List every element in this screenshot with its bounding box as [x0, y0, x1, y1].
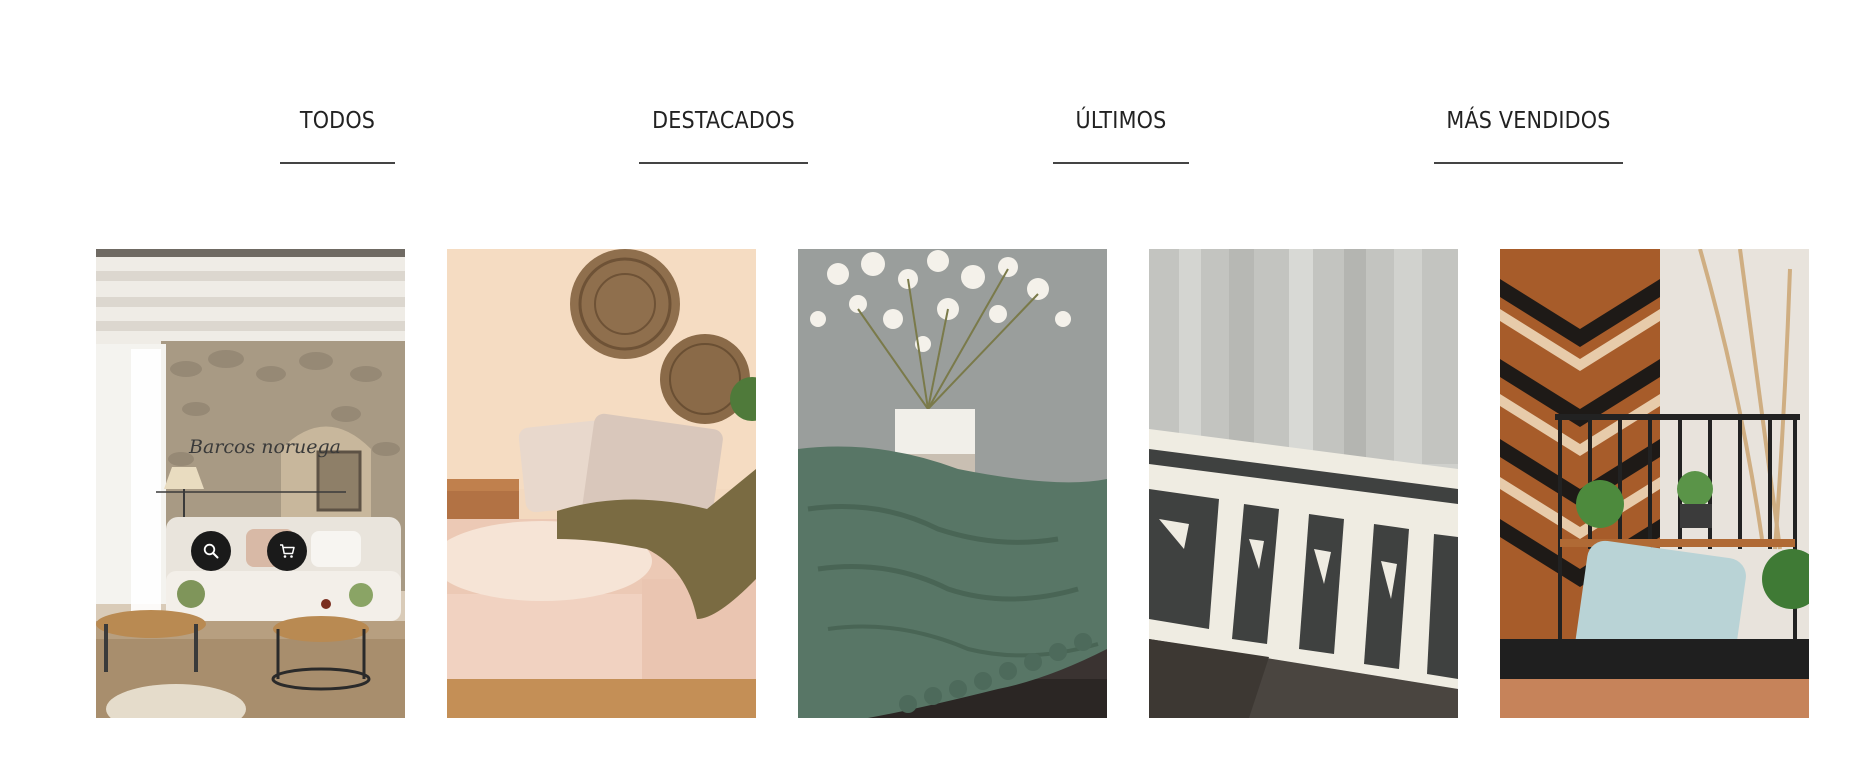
- quick-view-button[interactable]: [191, 531, 231, 571]
- product-card[interactable]: [1149, 249, 1458, 718]
- product-showcase-section: TODOS DESTACADOS ÚLTIMOS MÁS VENDIDOS Ba…: [0, 0, 1869, 764]
- tab-underline: [280, 162, 395, 164]
- tab-todos[interactable]: TODOS: [280, 104, 395, 164]
- tab-underline: [1434, 162, 1623, 164]
- tab-label: MÁS VENDIDOS: [1446, 108, 1611, 134]
- tab-underline: [1053, 162, 1189, 164]
- cart-icon: [280, 544, 295, 558]
- tab-label: ÚLTIMOS: [1075, 108, 1167, 134]
- product-card[interactable]: [447, 249, 756, 718]
- wood-chevron-panel-blue-cushion-image: [1500, 249, 1809, 718]
- product-actions: [191, 531, 311, 571]
- tab-underline: [639, 162, 808, 164]
- tab-label: DESTACADOS: [652, 108, 795, 134]
- tab-destacados[interactable]: DESTACADOS: [639, 104, 808, 164]
- sheer-curtain-patterned-rug-image: [1149, 249, 1458, 718]
- search-icon: [203, 543, 219, 559]
- product-grid: Barcos noruega: [96, 249, 1809, 718]
- tab-mas-vendidos[interactable]: MÁS VENDIDOS: [1434, 104, 1623, 164]
- living-room-stone-wall-image: [96, 249, 405, 718]
- image-caption: Barcos noruega: [189, 436, 341, 458]
- tab-ultimos[interactable]: ÚLTIMOS: [1053, 104, 1189, 164]
- beige-sofa-wall-baskets-image: [447, 249, 756, 718]
- product-card[interactable]: [1500, 249, 1809, 718]
- product-card[interactable]: [798, 249, 1107, 718]
- product-filter-tabs: TODOS DESTACADOS ÚLTIMOS MÁS VENDIDOS: [0, 0, 1869, 180]
- add-to-cart-button[interactable]: [267, 531, 307, 571]
- green-throw-white-flowers-image: [798, 249, 1107, 718]
- tab-label: TODOS: [299, 108, 376, 134]
- product-card[interactable]: Barcos noruega: [96, 249, 405, 718]
